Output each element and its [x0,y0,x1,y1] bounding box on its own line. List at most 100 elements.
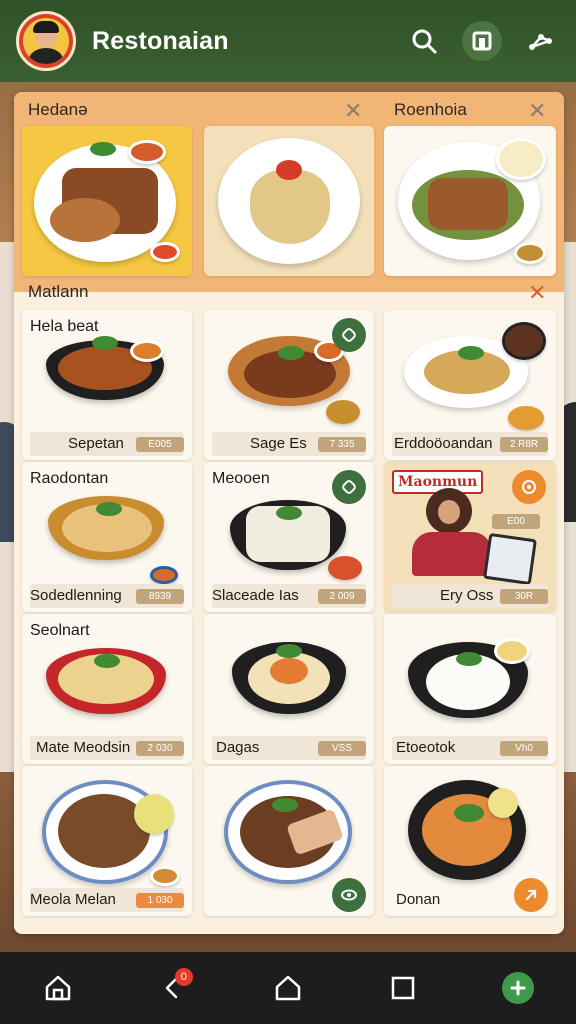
promo-badge: E00 [492,514,540,529]
dish-name: Sepetan [68,435,124,452]
share-button[interactable] [520,21,560,61]
garnish-image [92,336,118,350]
avatar-image [23,18,69,64]
dish-name: Ery Oss [440,587,494,604]
dish-card-title: Meooen [212,470,270,487]
price-tag: E005 [136,437,184,452]
price-tag: 8939 [136,589,184,604]
nav-recents-button[interactable] [375,960,431,1016]
dish-card-11[interactable]: Donan [384,766,556,916]
promo-badge-button[interactable] [512,470,546,504]
arrow-right-icon [525,889,537,901]
close-category-3-button[interactable]: ✕ [528,282,546,304]
tablet-image [483,532,537,586]
price-tag: Vh0 [500,741,548,756]
target-icon [522,480,536,494]
search-icon [412,29,437,54]
dish-card-featured-3[interactable] [384,126,556,276]
bottom-navigation: 0 [0,952,576,1024]
category-header-3: Matlann [28,282,89,301]
notification-badge: 0 [174,968,193,986]
next-button[interactable] [514,878,548,912]
nav-add-button[interactable] [490,960,546,1016]
sauce-bowl-image [514,242,546,264]
person-body-image [412,532,492,576]
sauce-bowl-image [494,638,530,664]
dish-name: Slaceade Ias [212,587,299,604]
dish-card-5[interactable]: Meooen Slaceade Ias 2 009 [204,462,374,612]
dish-card-2[interactable]: Sage Es 7 335 [204,310,374,460]
dish-card-title: Raodontan [30,470,109,487]
garnish-image [94,654,120,668]
dish-card-title: Hela beat [30,318,99,335]
person-face-image [438,500,460,524]
side-bowl-image [150,566,178,584]
side-bowl-image [502,322,546,360]
garnish-image [458,346,484,360]
dish-name: Donan [396,891,441,908]
side-bowl-image [150,242,180,262]
topping-image [270,658,308,684]
dish-card-10[interactable] [204,766,374,916]
dish-name: Etoeotok [396,739,456,756]
close-category-2-button[interactable]: ✕ [528,100,546,122]
price-tag: 2 030 [136,741,184,756]
price-tag: 30R [500,589,548,604]
dish-name: Sodedlenning [30,587,122,604]
dish-card-title: Seolnart [30,622,90,639]
dish-card-4[interactable]: Raodontan Sodedlenning 8939 [22,462,192,612]
category-header-1: Hedanə [28,100,88,119]
noodle-image [50,198,120,242]
dish-card-7[interactable]: Dagas VSS [204,614,374,764]
dish-card-9[interactable]: Meola Melan 1 030 [22,766,192,916]
square-icon [472,31,492,51]
square-button[interactable] [462,21,502,61]
app-bar: Restonaian [0,0,576,82]
lime-image [488,788,518,818]
side-bowl-image [496,138,546,180]
price-tag: 1 030 [136,893,184,908]
avatar[interactable] [16,11,76,71]
dish-image [428,178,508,230]
garnish-image [272,798,298,812]
app-title: Restonaian [92,26,229,55]
nav-back-button[interactable]: 0 [145,960,201,1016]
salsa-bowl-image [328,556,362,580]
tag-icon [342,480,356,494]
favorite-badge[interactable] [332,470,366,504]
nav-house-button[interactable] [260,960,316,1016]
vegetable-image [454,804,484,822]
garnish-image [90,142,116,156]
dish-card-3[interactable]: Erddoöoandan 2 R8R [384,310,556,460]
share-icon [529,34,552,50]
eye-icon [341,889,357,901]
menu-panel: Hedanə ✕ Roenhoia ✕ Matlann ✕ Hela beat … [14,92,564,934]
price-tag: VSS [318,741,366,756]
add-to-order-button[interactable] [332,878,366,912]
promo-card[interactable]: Maonmun E00 Ery Oss 30R [384,462,556,612]
price-tag: 7 335 [318,437,366,452]
dish-card-featured-2[interactable] [204,126,374,276]
category-header-2: Roenhoia [394,100,467,119]
dish-card-featured-1[interactable] [22,126,192,276]
nav-home-button[interactable] [30,960,86,1016]
add-icon [502,972,535,1004]
close-category-1-button[interactable]: ✕ [344,100,362,122]
tag-icon [342,328,356,342]
garnish-image [96,502,122,516]
dish-name: Meola Melan [30,891,116,908]
sauce-bowl-image [128,140,166,164]
price-tag: 2 009 [318,589,366,604]
garnish-image [276,506,302,520]
dish-card-6[interactable]: Seolnart Mate Meodsin 2 030 [22,614,192,764]
dish-card-8[interactable]: Etoeotok Vh0 [384,614,556,764]
garnish-image [278,346,304,360]
dish-card-1[interactable]: Hela beat Sepetan E005 [22,310,192,460]
home-icon [45,975,70,1001]
search-button[interactable] [404,21,444,61]
favorite-badge[interactable] [332,318,366,352]
side-bowl-image [130,340,164,362]
square-icon [391,976,415,1000]
side-bowl-image [150,866,180,886]
dish-name: Erddoöoandan [394,435,493,452]
